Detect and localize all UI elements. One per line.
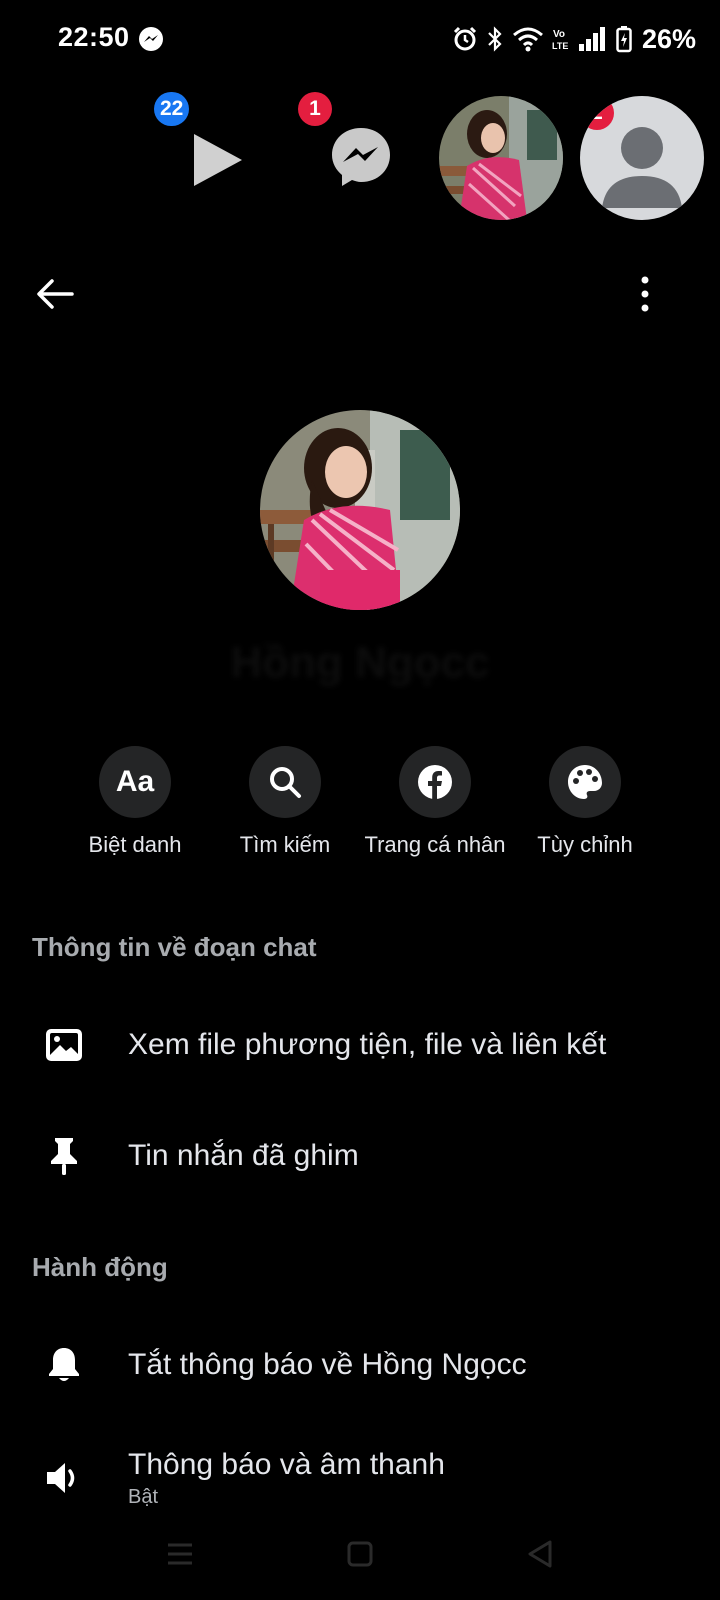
status-bar: 22:50 Vo LTE 26%	[0, 0, 720, 80]
status-time: 22:50	[58, 22, 130, 52]
search-button[interactable]: Tìm kiếm	[210, 746, 360, 866]
actions-header: Hành động	[32, 1252, 168, 1282]
status-icons: Vo LTE 26%	[452, 22, 696, 56]
quick-actions: Aa Biệt danh Tìm kiếm Trang cá nhân Tùy …	[60, 746, 660, 866]
profile-name: Hồng Ngọcc	[230, 638, 490, 687]
customize-circle	[549, 746, 621, 818]
chat-heads-row: 22 1 2	[0, 92, 720, 232]
view-media-label: Xem file phương tiện, file và liên kết	[128, 1028, 607, 1061]
profile-badge: 2	[580, 96, 614, 130]
pinned-messages-label: Tin nhắn đã ghim	[128, 1139, 359, 1172]
pin-icon-wrap	[32, 1124, 96, 1188]
bluetooth-icon	[488, 26, 502, 52]
alarm-icon	[453, 26, 477, 51]
profile-avatar[interactable]	[260, 410, 460, 610]
view-media-files-links[interactable]: Xem file phương tiện, file và liên kết	[0, 995, 720, 1095]
profile-page-button[interactable]: Trang cá nhân	[360, 746, 510, 866]
svg-text:Vo: Vo	[553, 29, 565, 40]
nickname-button[interactable]: Aa Biệt danh	[60, 746, 210, 866]
customize-label: Tùy chỉnh	[537, 832, 633, 857]
chat-head-avatar[interactable]	[439, 96, 563, 220]
pin-icon	[51, 1138, 77, 1175]
customize-button[interactable]: Tùy chỉnh	[510, 746, 660, 866]
system-navigation-bar	[0, 1520, 720, 1590]
chat-head-default-avatar[interactable]: 2	[580, 96, 704, 220]
back-nav-icon[interactable]	[520, 1534, 560, 1574]
profile-page-circle	[399, 746, 471, 818]
notifications-and-sounds[interactable]: Thông báo và âm thanh Bật	[0, 1428, 720, 1528]
signal-icon	[578, 27, 605, 51]
volte-icon: Vo LTE	[552, 29, 568, 51]
messenger-chat-settings-screen: 22:50 Vo LTE 26% 22 1 2 Hồng Ngọcc Aa Bi…	[0, 0, 720, 1600]
bell-icon-wrap	[32, 1333, 96, 1397]
mute-notifications-label: Tắt thông báo về Hồng Ngọcc	[128, 1348, 527, 1381]
notifications-and-sounds-text: Thông báo và âm thanh Bật	[128, 1448, 445, 1509]
messenger-notification-icon	[139, 27, 163, 51]
messenger-bubble[interactable]: 1	[298, 92, 392, 188]
aa-glyph: Aa	[115, 765, 155, 798]
bell-icon	[49, 1348, 79, 1381]
notifications-sounds-status: Bật	[128, 1485, 159, 1508]
messenger-icon	[332, 128, 390, 186]
more-vertical-icon[interactable]	[634, 270, 656, 318]
speaker-icon-wrap	[32, 1446, 96, 1510]
image-icon	[46, 1029, 82, 1061]
palette-icon	[568, 765, 602, 799]
profile-photo	[260, 410, 460, 610]
nickname-icon: Aa	[99, 746, 171, 818]
image-icon-wrap	[32, 1013, 96, 1077]
chat-info-header: Thông tin về đoạn chat	[32, 932, 317, 962]
mute-notifications[interactable]: Tắt thông báo về Hồng Ngọcc	[0, 1315, 720, 1415]
svg-text:LTE: LTE	[552, 41, 568, 51]
nickname-label: Biệt danh	[88, 832, 182, 857]
notifications-sounds-label: Thông báo và âm thanh	[128, 1447, 445, 1481]
search-icon	[270, 767, 301, 798]
play-badge: 22	[154, 92, 190, 126]
profile-page-label: Trang cá nhân	[364, 832, 506, 857]
recent-apps-icon[interactable]	[160, 1534, 200, 1574]
messenger-badge: 1	[298, 92, 332, 126]
home-icon[interactable]	[340, 1534, 380, 1574]
search-circle	[249, 746, 321, 818]
battery-charging-icon	[616, 26, 632, 53]
top-app-bar	[0, 262, 720, 326]
play-bubble[interactable]: 22	[154, 92, 246, 190]
play-icon	[194, 134, 242, 186]
battery-percentage: 26%	[641, 23, 696, 54]
arrow-left-icon[interactable]	[32, 272, 80, 316]
speaker-icon	[47, 1463, 75, 1493]
chat-head-photo	[439, 96, 563, 220]
pinned-messages[interactable]: Tin nhắn đã ghim	[0, 1106, 720, 1206]
search-label: Tìm kiếm	[239, 832, 331, 857]
facebook-icon	[418, 765, 452, 799]
wifi-icon	[512, 27, 543, 52]
